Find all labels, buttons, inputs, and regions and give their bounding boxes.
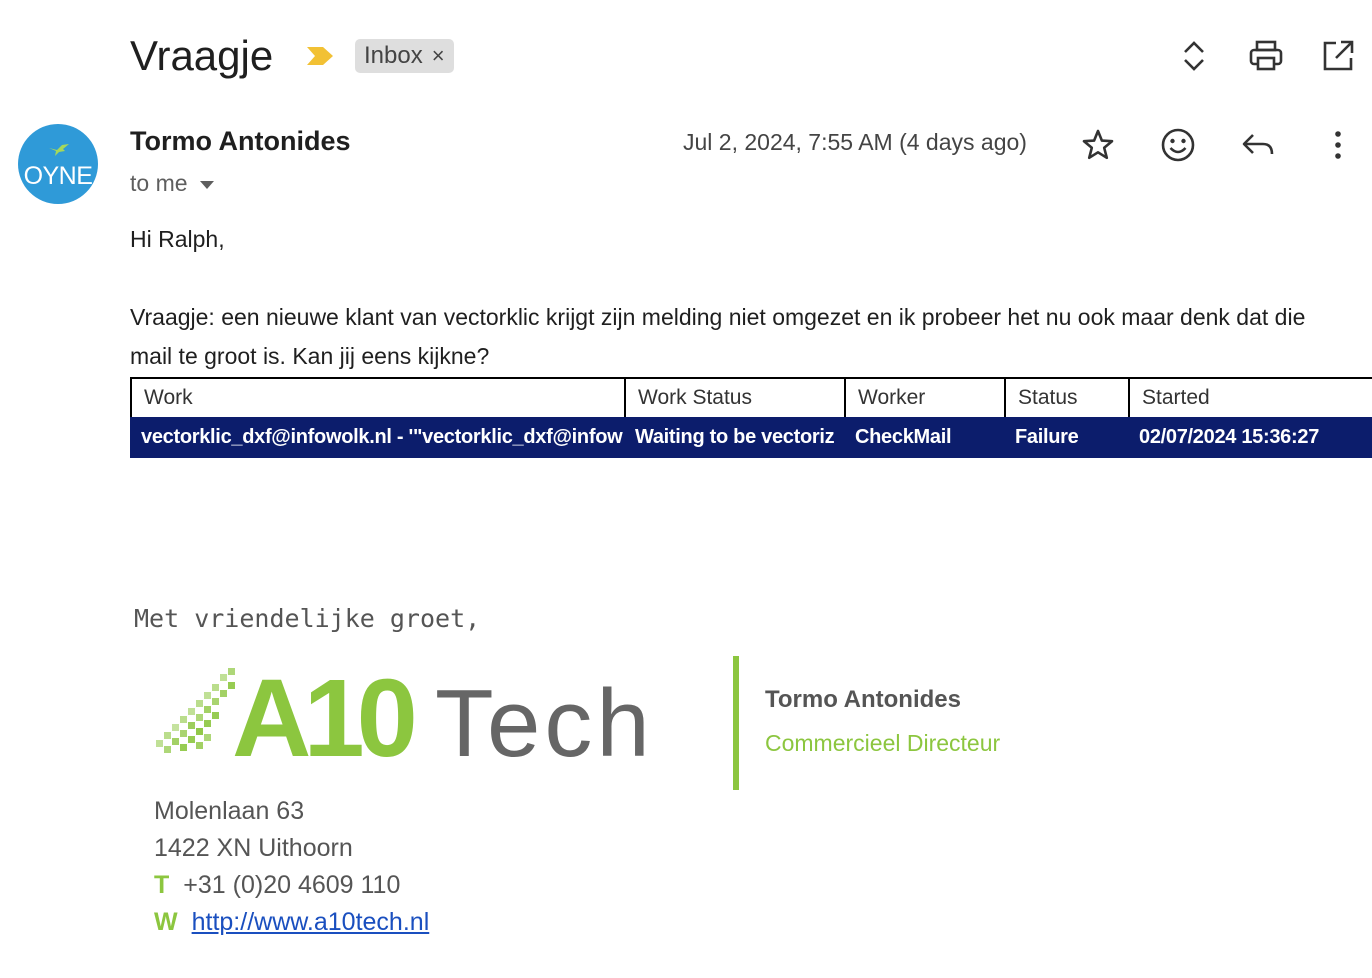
- expand-collapse-icon[interactable]: [1176, 38, 1212, 74]
- phone-number: +31 (0)20 4609 110: [183, 871, 401, 899]
- table-header-cell: Worker: [844, 379, 1004, 417]
- table-header-cell: Work Status: [624, 379, 844, 417]
- a10tech-logo: A10 Tech: [156, 660, 654, 770]
- signature-title: Commercieel Directeur: [765, 730, 1001, 756]
- table-cell: Failure: [1015, 426, 1079, 448]
- logo-tech: Tech: [435, 670, 654, 770]
- star-icon[interactable]: [1079, 126, 1117, 164]
- signature-name: Tormo Antonides: [765, 686, 961, 713]
- reply-icon[interactable]: [1239, 126, 1277, 164]
- print-icon[interactable]: [1248, 38, 1284, 74]
- table-header-cell: Work: [130, 379, 624, 417]
- hummingbird-icon: [49, 144, 69, 156]
- web-label: W: [154, 908, 178, 936]
- address-line-1: Molenlaan 63: [154, 797, 305, 825]
- table-cell: CheckMail: [855, 426, 952, 448]
- phone-line: T +31 (0)20 4609 110: [154, 871, 400, 900]
- open-in-new-window-icon[interactable]: [1320, 38, 1356, 74]
- phone-label: T: [154, 871, 170, 899]
- table-row: vectorklic_dxf@infowolk.nl - '"vectorkli…: [130, 417, 1372, 458]
- table-cell: vectorklic_dxf@infowolk.nl - '"vectorkli…: [141, 426, 623, 448]
- important-marker-icon[interactable]: [305, 44, 335, 68]
- table-header-cell: Status: [1004, 379, 1128, 417]
- recipients-toggle[interactable]: to me: [130, 170, 214, 197]
- emoji-icon[interactable]: [1159, 126, 1197, 164]
- table-header: Work Work Status Worker Status Started: [130, 377, 1372, 418]
- signature-closing: Met vriendelijke groet,: [134, 604, 481, 633]
- email-subject: Vraagje: [130, 32, 274, 79]
- recipients-text: to me: [130, 170, 188, 196]
- pixel-mosaic: [156, 668, 235, 753]
- web-line: W http://www.a10tech.nl: [154, 908, 429, 937]
- table-header-cell: Started: [1128, 379, 1372, 417]
- sender-name[interactable]: Tormo Antonides: [130, 126, 350, 157]
- address-line-2: 1422 XN Uithoorn: [154, 834, 353, 862]
- table-cell: 02/07/2024 15:36:27: [1139, 426, 1320, 448]
- chevron-down-icon: [199, 180, 214, 189]
- table-cell: Waiting to be vectoriz: [635, 426, 835, 448]
- signature-divider: [733, 656, 739, 790]
- avatar: OYNE: [18, 124, 98, 204]
- logo-a10: A10: [232, 660, 414, 770]
- message-date: Jul 2, 2024, 7:55 AM (4 days ago): [683, 129, 1027, 155]
- website-link[interactable]: http://www.a10tech.nl: [192, 908, 430, 937]
- remove-label-icon[interactable]: ×: [432, 43, 445, 69]
- body-paragraph: Vraagje: een nieuwe klant van vectorklic…: [130, 304, 1306, 369]
- label-chip-text: Inbox: [364, 42, 423, 69]
- avatar-text: OYNE: [23, 162, 93, 190]
- more-vert-icon[interactable]: [1319, 126, 1357, 164]
- embedded-table-image: Work Work Status Worker Status Started v…: [130, 377, 1372, 459]
- greeting: Hi Ralph,: [130, 226, 225, 252]
- label-chip-inbox: Inbox ×: [355, 39, 454, 73]
